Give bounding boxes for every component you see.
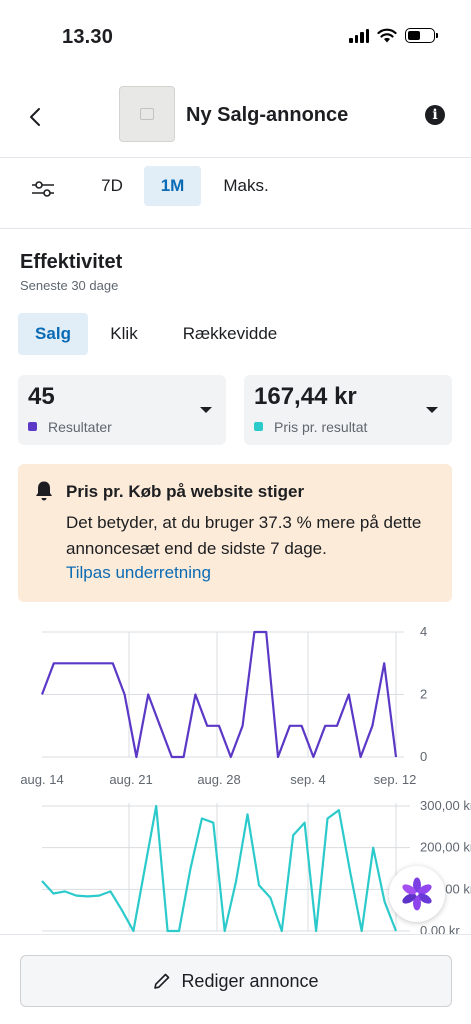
edit-ad-button[interactable]: Rediger annonce — [20, 955, 452, 1007]
results-chart-svg: 4 2 0 aug. 14 aug. 21 aug. 28 sep. 4 sep. 12 — [20, 624, 427, 787]
y-tick-label: 0 — [420, 749, 427, 764]
ad-thumbnail — [119, 86, 175, 142]
status-bar: 13.30 — [0, 0, 471, 70]
alert-body: Det betyder, at du bruger 37.3 % mere på… — [66, 513, 422, 558]
date-range-bar: 7D 1M Maks. — [0, 158, 471, 228]
range-tab-1m[interactable]: 1M — [144, 166, 201, 206]
status-time: 13.30 — [62, 26, 114, 48]
status-icons — [349, 28, 438, 43]
caret-down-icon — [200, 407, 212, 413]
info-icon[interactable]: i — [425, 105, 445, 125]
section-title: Effektivitet — [20, 251, 123, 273]
page-title: Ny Salg-annonce — [186, 104, 349, 126]
back-button[interactable] — [20, 102, 50, 132]
ai-assistant-button[interactable] — [389, 866, 445, 922]
x-tick-label: aug. 21 — [109, 772, 152, 787]
caret-down-icon — [426, 407, 438, 413]
edit-ad-label: Rediger annonce — [181, 970, 319, 991]
metric-tab-salg[interactable]: Salg — [18, 313, 88, 355]
wifi-icon — [377, 28, 397, 43]
image-placeholder-icon — [140, 108, 154, 120]
sliders-icon — [32, 181, 54, 197]
pencil-icon — [154, 973, 170, 989]
range-tab-7d[interactable]: 7D — [88, 166, 136, 206]
y-tick-label: 4 — [420, 624, 427, 639]
x-tick-label: aug. 28 — [197, 772, 240, 787]
customize-alert-link[interactable]: Tilpas underretning — [66, 563, 211, 583]
cellular-signal-icon — [349, 28, 369, 43]
chevron-left-icon — [30, 108, 40, 126]
alert-title: Pris pr. Køb på website stiger — [66, 482, 305, 501]
filter-button[interactable] — [28, 174, 58, 204]
cost-per-result-card[interactable]: 167,44 kr Pris pr. resultat — [244, 375, 452, 445]
divider — [0, 228, 471, 229]
x-tick-label: sep. 4 — [290, 772, 325, 787]
bottom-action-bar: Rediger annonce — [0, 934, 471, 1024]
sparkle-flower-icon — [402, 877, 432, 911]
x-tick-label: sep. 12 — [374, 772, 417, 787]
range-tab-max[interactable]: Maks. — [212, 166, 280, 206]
results-card[interactable]: 45 Resultater — [18, 375, 226, 445]
series-line-0 — [41, 804, 398, 933]
metric-tab-reach[interactable]: Rækkevidde — [164, 313, 296, 355]
y-tick-label: 2 — [420, 687, 427, 702]
results-label: Resultater — [48, 419, 112, 435]
header: Ny Salg-annonce i — [0, 80, 471, 152]
section-subtitle: Seneste 30 dage — [20, 278, 119, 293]
results-value: 45 — [28, 383, 55, 410]
cost-legend-dot — [254, 422, 263, 431]
metric-tab-klik[interactable]: Klik — [96, 313, 152, 355]
results-chart: 4 2 0 aug. 14 aug. 21 aug. 28 sep. 4 sep. 12 — [0, 618, 471, 793]
results-legend-dot — [28, 422, 37, 431]
y-tick-label: 300,00 kr — [420, 798, 471, 813]
x-tick-label: aug. 14 — [20, 772, 63, 787]
y-tick-label: 200,00 kr — [420, 840, 471, 855]
cost-alert-banner: Pris pr. Køb på website stiger Det betyd… — [18, 464, 452, 602]
cost-per-result-label: Pris pr. resultat — [274, 419, 368, 435]
cost-per-result-value: 167,44 kr — [254, 383, 357, 410]
bell-icon — [36, 481, 52, 501]
battery-icon — [405, 28, 438, 43]
